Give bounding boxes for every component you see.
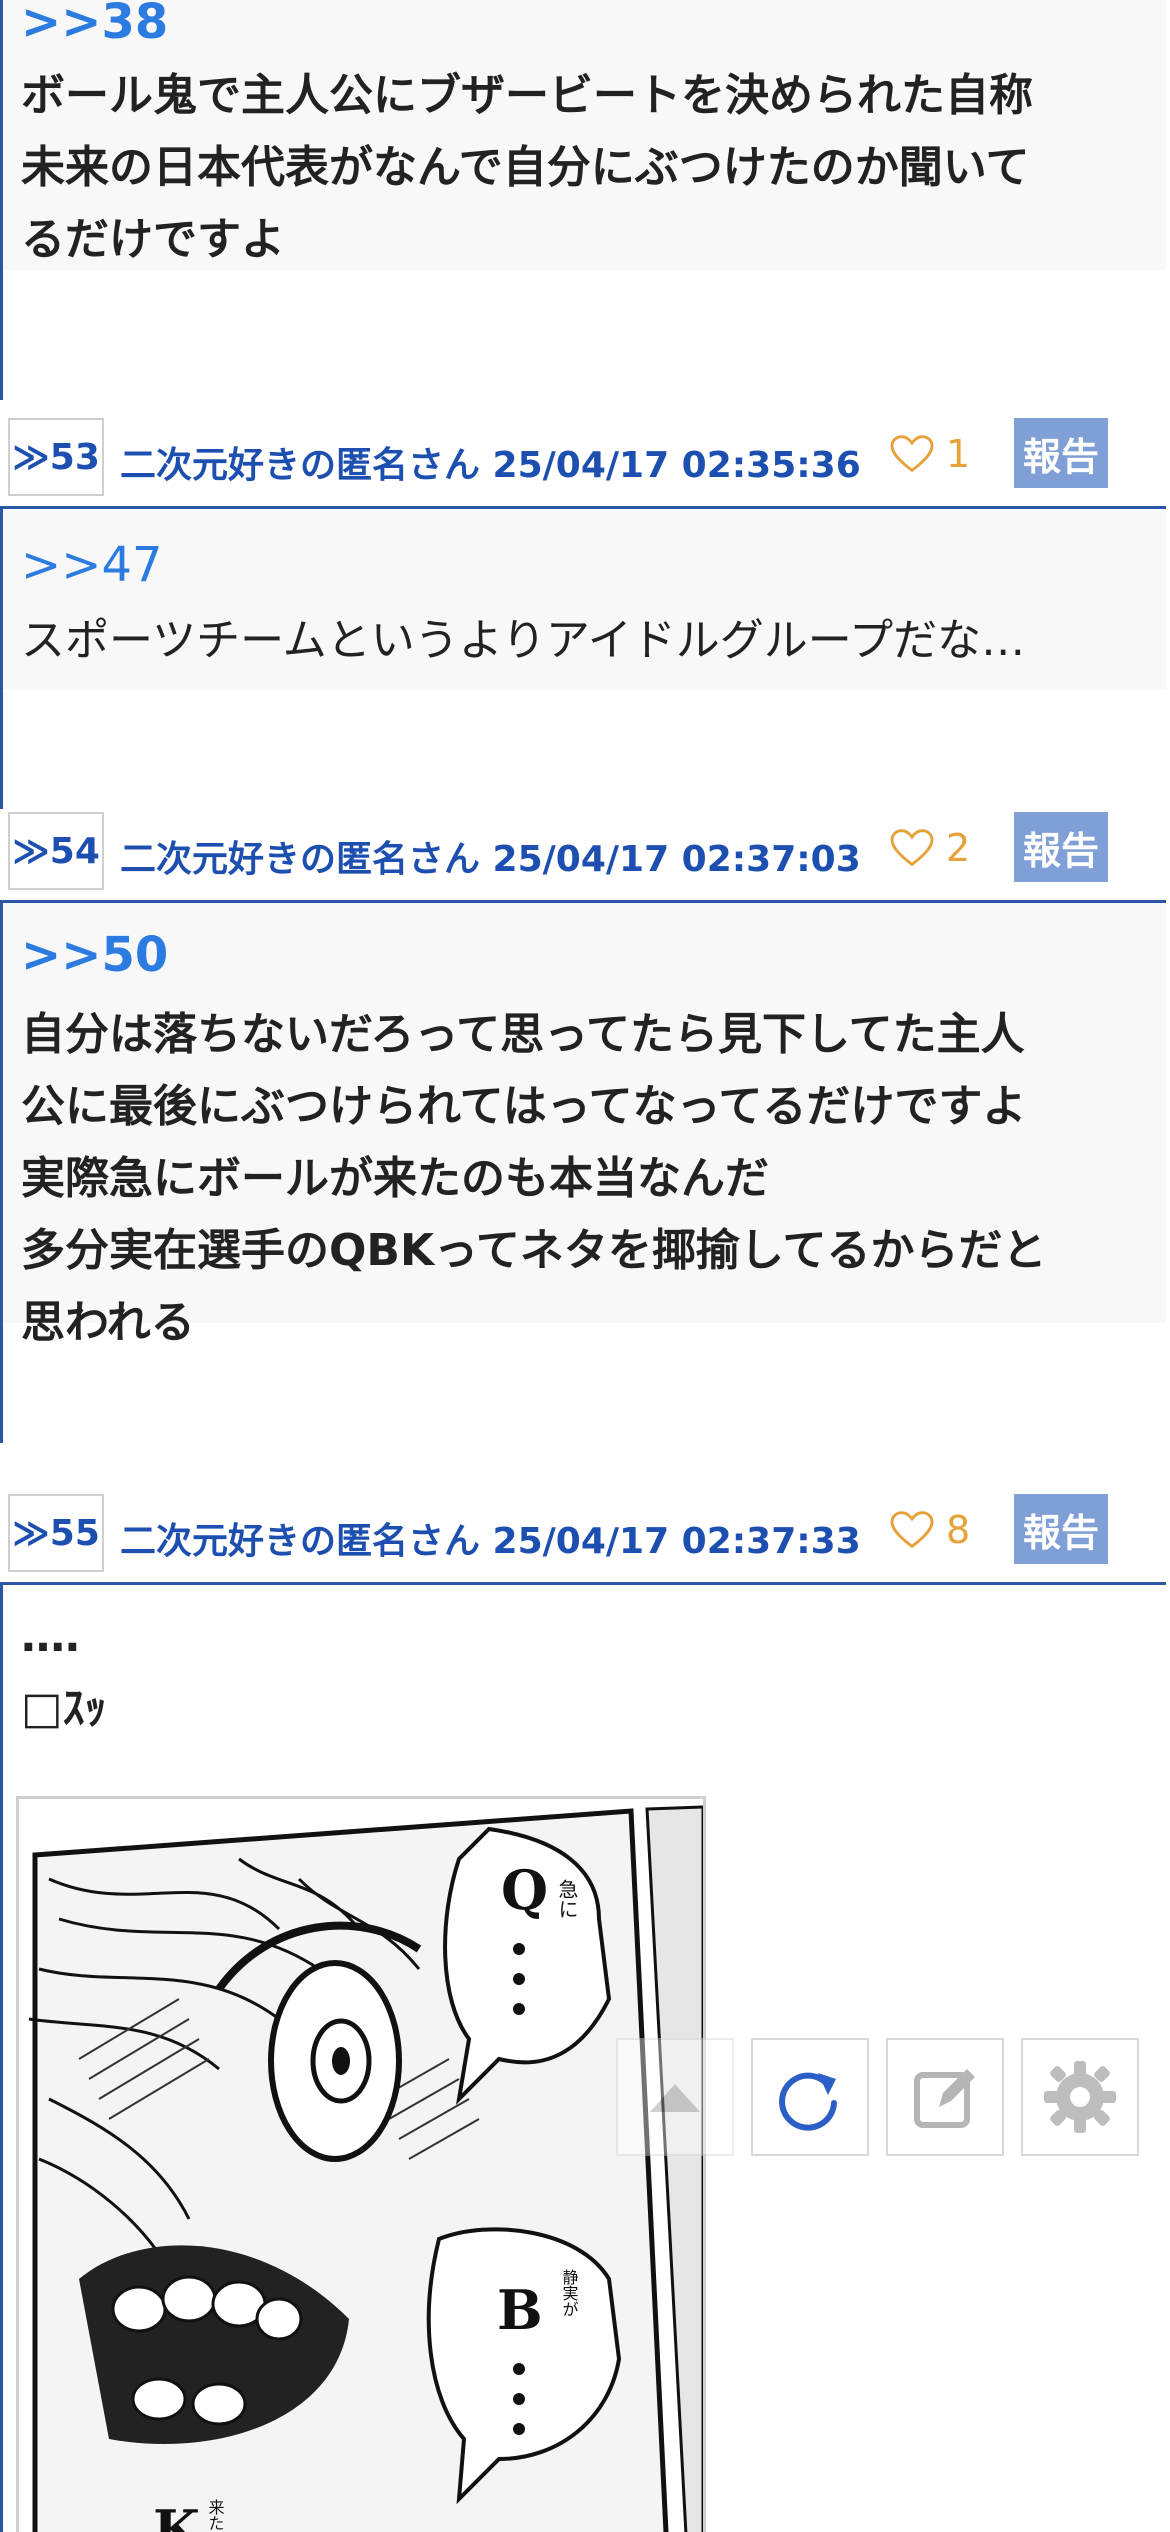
report-button[interactable]: 報告	[1014, 418, 1108, 488]
post-text: ボール鬼で主人公にブザービートを決められた自称 未来の日本代表がなんで自分にぶつ…	[21, 70, 1033, 265]
post-body: >>50 自分は落ちないだろって思ってたら見下してた主人 公に最後にぶつけられて…	[0, 903, 1166, 1443]
author-datetime: 二次元好きの匿名さん 25/04/17 02:35:36	[120, 445, 861, 486]
res-number-button[interactable]: ≫54	[8, 812, 104, 890]
author-datetime: 二次元好きの匿名さん 25/04/17 02:37:03	[120, 839, 861, 880]
manga-image[interactable]: Q 急に B 静実が K 来たから	[16, 1796, 706, 2532]
reply-anchor-link[interactable]: >>47	[3, 535, 163, 595]
like-count: 2	[946, 826, 971, 870]
scroll-top-icon	[650, 2084, 700, 2112]
thread-view: >>38 ボール鬼で主人公にブザービートを決められた自称 未来の日本代表がなんで…	[0, 0, 1170, 2532]
like-button[interactable]: 1	[890, 432, 970, 476]
post-meta: ≫53 二次元好きの匿名さん 25/04/17 02:35:36 1 報告	[0, 418, 1166, 498]
manga-letter-b: B	[497, 2278, 543, 2342]
scroll-top-button[interactable]	[616, 2038, 734, 2156]
manga-panel-illustration: Q 急に B 静実が K 来たから	[19, 1799, 703, 2532]
post-body: >>38 ボール鬼で主人公にブザービートを決められた自称 未来の日本代表がなんで…	[0, 0, 1166, 400]
post-text: ‥‥ □ｽｯ	[21, 1611, 107, 1734]
manga-small-b: 静実が	[560, 2269, 579, 2317]
like-count: 1	[946, 432, 971, 476]
post-body: >>47 スポーツチームというよりアイドルグループだな…	[0, 509, 1166, 809]
compose-button[interactable]	[886, 2038, 1004, 2156]
like-button[interactable]: 2	[890, 826, 970, 870]
reply-anchor-link[interactable]: >>50	[3, 925, 168, 985]
reply-anchor-link[interactable]: >>38	[3, 0, 168, 52]
post-text: スポーツチームというよりアイドルグループだな…	[21, 615, 1026, 666]
report-button[interactable]: 報告	[1014, 1494, 1108, 1564]
settings-icon	[1044, 2061, 1116, 2133]
settings-button[interactable]	[1021, 2038, 1139, 2156]
like-button[interactable]: 8	[890, 1508, 970, 1552]
post-meta: ≫54 二次元好きの匿名さん 25/04/17 02:37:03 2 報告	[0, 812, 1166, 892]
refresh-icon	[779, 2072, 837, 2131]
like-count: 8	[946, 1508, 971, 1552]
heart-icon	[890, 829, 934, 867]
manga-letter-q: Q	[501, 1858, 548, 1922]
report-button[interactable]: 報告	[1014, 812, 1108, 882]
post-meta: ≫55 二次元好きの匿名さん 25/04/17 02:37:33 8 報告	[0, 1494, 1166, 1574]
compose-icon	[914, 2069, 975, 2128]
heart-icon	[890, 435, 934, 473]
author-datetime: 二次元好きの匿名さん 25/04/17 02:37:33	[120, 1521, 861, 1562]
manga-small-k: 来たから	[206, 2499, 225, 2532]
res-number-button[interactable]: ≫55	[8, 1494, 104, 1572]
res-number-button[interactable]: ≫53	[8, 418, 104, 496]
manga-small-q: 急に	[555, 1879, 579, 1919]
refresh-button[interactable]	[751, 2038, 869, 2156]
post-text: 自分は落ちないだろって思ってたら見下してた主人 公に最後にぶつけられてはってなっ…	[21, 1009, 1047, 1348]
heart-icon	[890, 1511, 934, 1549]
manga-letter-k: K	[153, 2498, 202, 2532]
